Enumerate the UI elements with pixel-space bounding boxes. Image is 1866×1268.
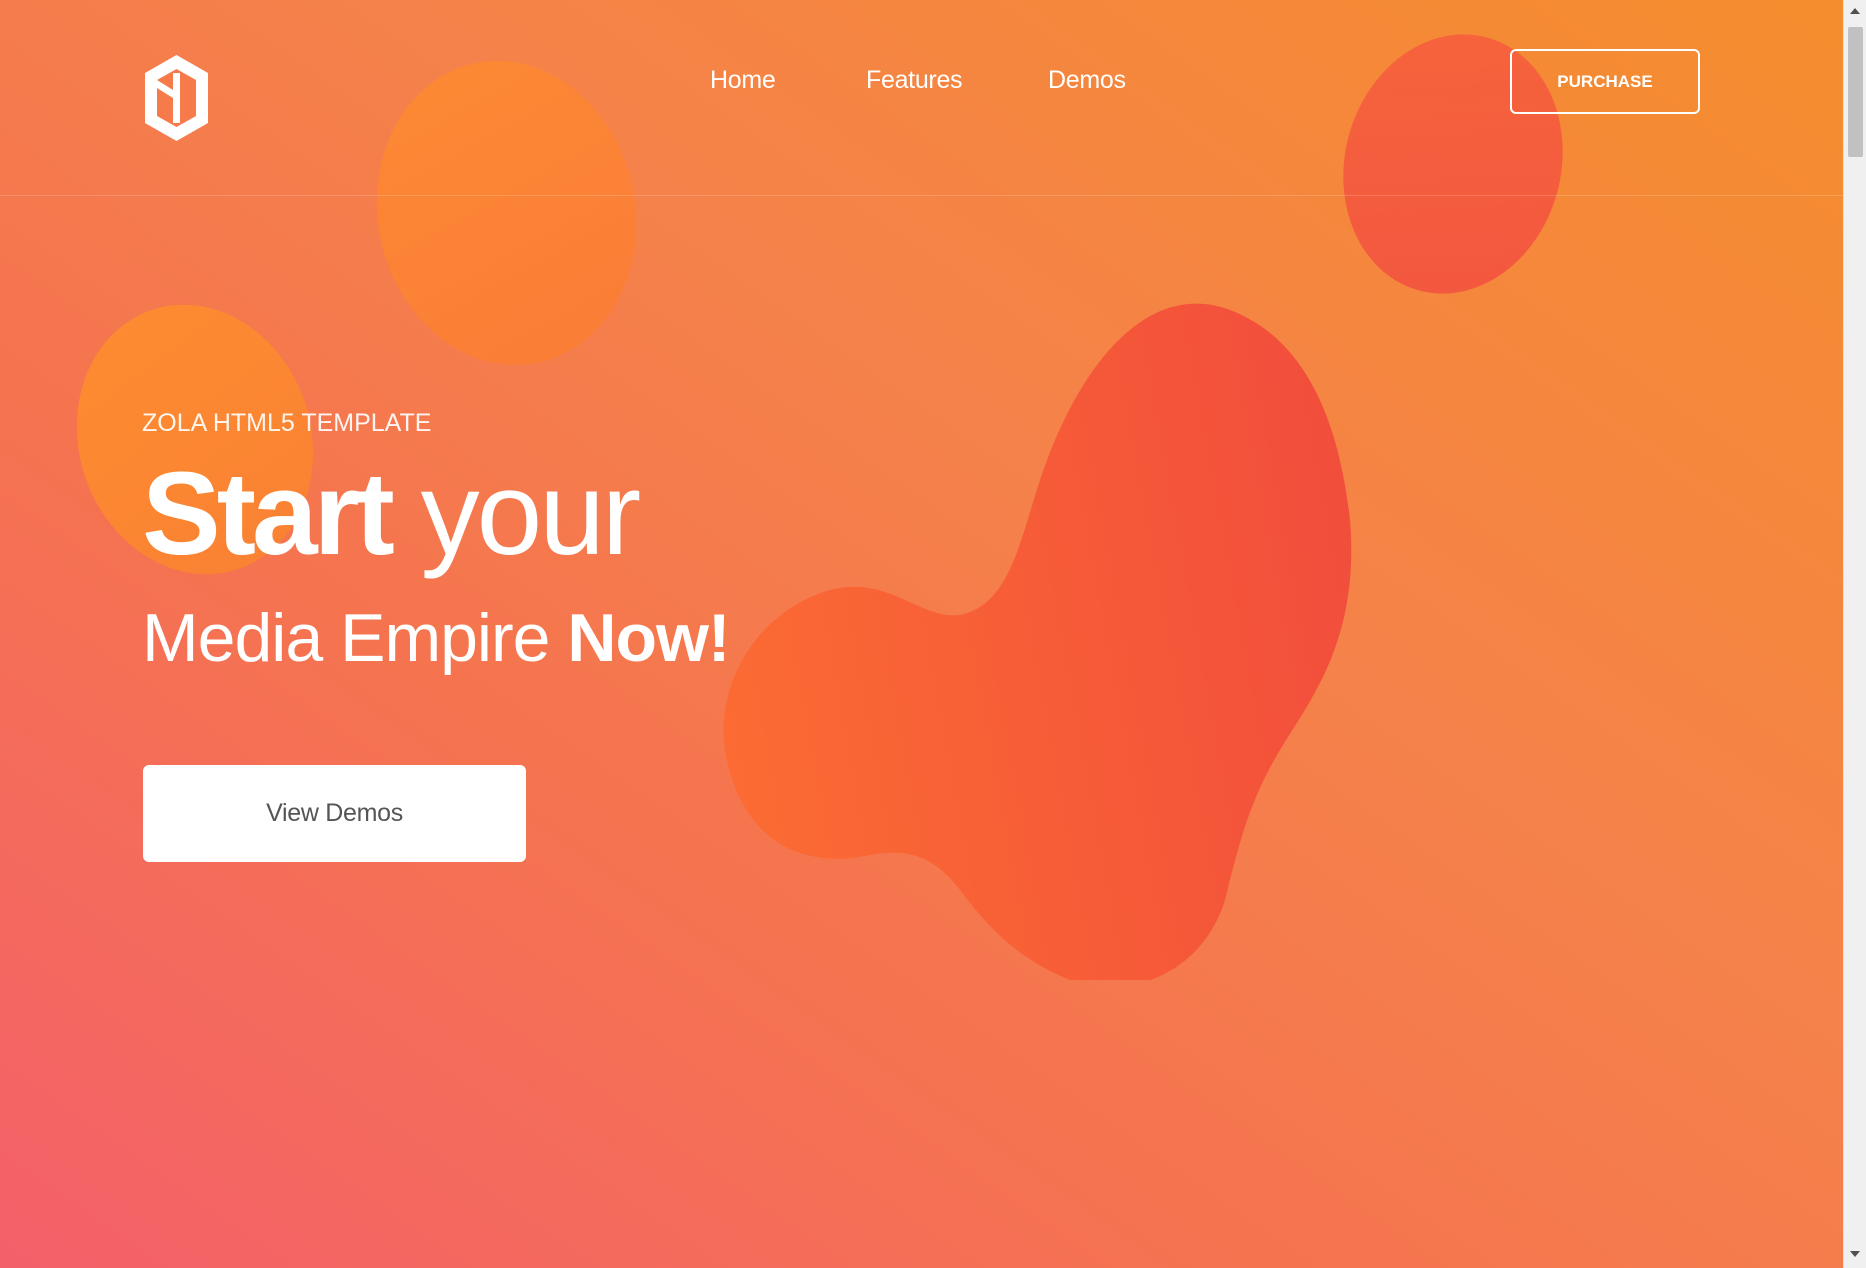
decorative-circle xyxy=(348,36,665,390)
header-divider xyxy=(0,195,1843,196)
subheadline-bold-text: Now! xyxy=(567,600,730,676)
headline-light-word: your xyxy=(390,448,642,580)
scroll-up-icon[interactable] xyxy=(1850,8,1860,14)
hero-headline: Start your xyxy=(142,455,641,573)
view-demos-button[interactable]: View Demos xyxy=(143,765,526,862)
hexagon-logo-icon[interactable] xyxy=(142,53,211,143)
headline-bold-word: Start xyxy=(142,448,395,580)
scroll-down-icon[interactable] xyxy=(1850,1251,1860,1257)
hero-section: Home Features Demos PURCHASE ZOLA HTML5 … xyxy=(0,0,1843,1268)
nav-demos[interactable]: Demos xyxy=(1048,66,1126,95)
decorative-blob xyxy=(723,303,1352,980)
nav-features[interactable]: Features xyxy=(866,66,963,95)
subheadline-light-text: Media Empire xyxy=(142,600,568,676)
hero-subheadline: Media Empire Now! xyxy=(142,604,731,672)
hero-eyebrow: ZOLA HTML5 TEMPLATE xyxy=(142,409,432,437)
purchase-button[interactable]: PURCHASE xyxy=(1510,49,1700,114)
scroll-thumb[interactable] xyxy=(1848,27,1863,157)
nav-home[interactable]: Home xyxy=(710,66,776,95)
vertical-scrollbar[interactable] xyxy=(1843,0,1866,1268)
